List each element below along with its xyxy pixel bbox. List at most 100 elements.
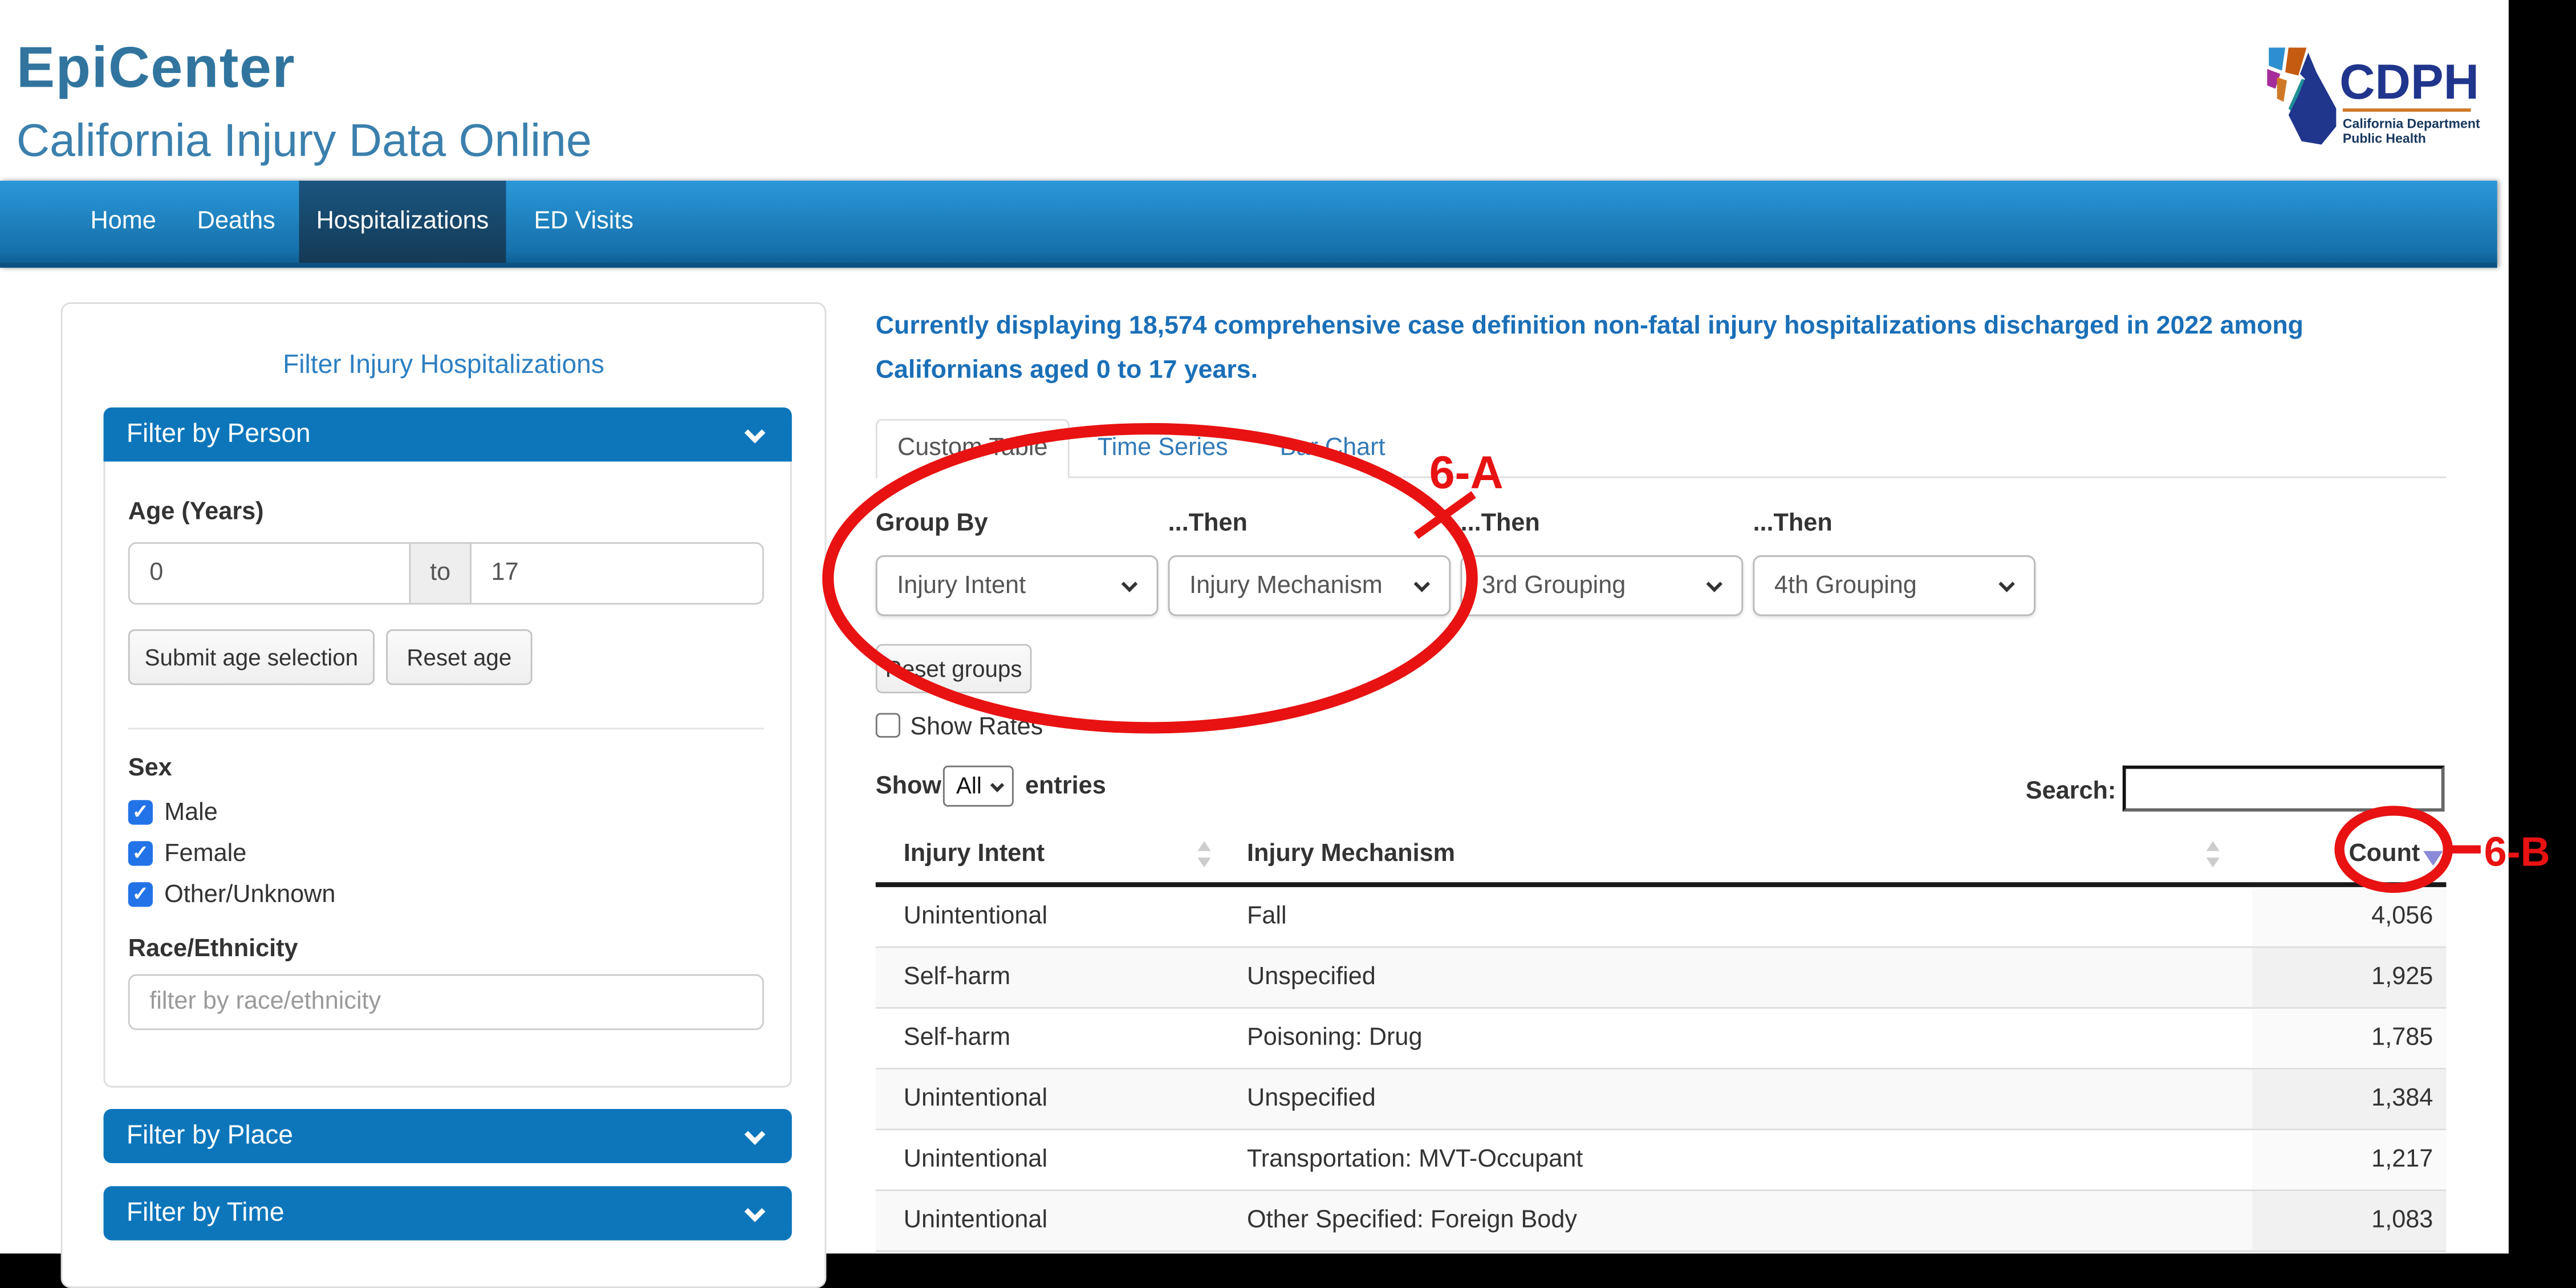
- sex-label: Sex: [128, 754, 172, 782]
- chevron-down-icon: [1122, 576, 1138, 592]
- column-header-label: Injury Intent: [904, 839, 1045, 867]
- race-ethnicity-input[interactable]: filter by race/ethnicity: [128, 974, 764, 1030]
- tab-bar-chart[interactable]: Bar Chart: [1280, 434, 1385, 462]
- cell-injury-intent: Self-harm: [876, 1009, 1236, 1068]
- race-ethnicity-label: Race/Ethnicity: [128, 935, 298, 963]
- filter-by-time-label: Filter by Time: [127, 1199, 285, 1227]
- checkbox-other-unknown-label: Other/Unknown: [164, 880, 335, 910]
- logo-org-line2: Public Health: [2343, 131, 2426, 146]
- grouping-select-2[interactable]: Injury Mechanism: [1168, 555, 1451, 616]
- cell-injury-mechanism: Other Specified: Foreign Body: [1236, 1191, 2253, 1250]
- table-row: Unintentional Unspecified 1,384: [876, 1070, 2447, 1131]
- then-label-3: ...Then: [1753, 509, 1832, 537]
- logo-org-line1: California Department of: [2343, 116, 2481, 131]
- main-nav: Home Deaths Hospitalizations ED Visits: [0, 181, 2497, 268]
- tab-time-series[interactable]: Time Series: [1098, 434, 1228, 462]
- tab-custom-table[interactable]: Custom Table: [876, 419, 1070, 478]
- table-row: Self-harm Unspecified 1,925: [876, 948, 2447, 1009]
- filter-by-person-header[interactable]: Filter by Person: [104, 408, 792, 462]
- group-by-label: Group By: [876, 509, 988, 537]
- screenshot-black-strip: [2509, 0, 2576, 1254]
- show-rates-label: Show Rates: [910, 713, 1043, 741]
- grouping-select-4[interactable]: 4th Grouping: [1753, 555, 2035, 616]
- search-label: Search:: [2026, 777, 2116, 805]
- cell-count: 1,384: [2252, 1070, 2446, 1129]
- grouping-select-2-value: Injury Mechanism: [1189, 572, 1383, 600]
- column-header-label: Count: [2349, 839, 2420, 867]
- filter-by-place-label: Filter by Place: [127, 1122, 293, 1150]
- nav-item-deaths[interactable]: Deaths: [197, 181, 275, 263]
- app-title: EpiCenter: [17, 36, 295, 101]
- checkbox-female-label: Female: [164, 839, 246, 869]
- then-label-1: ...Then: [1168, 509, 1248, 537]
- nav-item-home[interactable]: Home: [90, 181, 156, 263]
- grouping-select-4-value: 4th Grouping: [1774, 572, 1917, 600]
- checked-checkbox-icon: ✓: [128, 841, 153, 866]
- logo-divider: [2343, 108, 2471, 112]
- table-header-row: Injury Intent Injury Mechanism Count: [876, 826, 2447, 887]
- grouping-select-1[interactable]: Injury Intent: [876, 555, 1159, 616]
- entries-select[interactable]: All: [943, 766, 1014, 807]
- chevron-down-icon: [745, 422, 766, 444]
- page: EpiCenter California Injury Data Online …: [0, 0, 2576, 1254]
- checked-checkbox-icon: ✓: [128, 882, 153, 907]
- cell-injury-mechanism: Fall: [1236, 887, 2253, 946]
- cell-injury-intent: Unintentional: [876, 887, 1236, 946]
- app-subtitle: California Injury Data Online: [17, 115, 592, 168]
- reset-age-button[interactable]: Reset age: [386, 629, 532, 685]
- annotation-label-6a: 6-A: [1429, 447, 1504, 498]
- chevron-down-icon: [1998, 576, 2015, 592]
- cell-count: 1,217: [2252, 1130, 2446, 1189]
- submit-age-button[interactable]: Submit age selection: [128, 629, 375, 685]
- checked-checkbox-icon: ✓: [128, 800, 153, 824]
- then-label-2: ...Then: [1461, 509, 1540, 537]
- grouping-select-1-value: Injury Intent: [897, 572, 1026, 600]
- column-header-injury-intent[interactable]: Injury Intent: [876, 826, 1236, 882]
- cell-injury-mechanism: Transportation: MVT-Occupant: [1236, 1130, 2253, 1189]
- table-row: Unintentional Fall 4,056: [876, 887, 2447, 948]
- grouping-select-3[interactable]: 3rd Grouping: [1461, 555, 1744, 616]
- chevron-down-icon: [745, 1124, 766, 1145]
- cell-injury-intent: Unintentional: [876, 1191, 1236, 1250]
- chevron-down-icon: [990, 778, 1004, 792]
- age-from-input[interactable]: 0: [128, 542, 411, 604]
- results-summary: Currently displaying 18,574 comprehensiv…: [876, 304, 2456, 393]
- entries-prefix: Show: [876, 772, 941, 800]
- sort-icon: [1198, 841, 1211, 867]
- nav-item-ed-visits[interactable]: ED Visits: [534, 181, 633, 263]
- entries-suffix: entries: [1025, 772, 1106, 800]
- cell-count: 1,083: [2252, 1191, 2446, 1250]
- california-shape-icon: [2267, 48, 2336, 145]
- cell-injury-mechanism: Unspecified: [1236, 1070, 2253, 1129]
- nav-item-hospitalizations[interactable]: Hospitalizations: [299, 181, 506, 263]
- filter-by-time-header[interactable]: Filter by Time: [104, 1186, 792, 1240]
- show-rates-checkbox[interactable]: [876, 713, 900, 738]
- chevron-down-icon: [1414, 576, 1431, 592]
- results-table: Injury Intent Injury Mechanism Count Uni…: [876, 826, 2447, 1252]
- cell-count: 1,925: [2252, 948, 2446, 1007]
- chevron-down-icon: [1706, 576, 1722, 592]
- section-divider: [128, 728, 764, 729]
- cell-injury-mechanism: Unspecified: [1236, 948, 2253, 1007]
- cell-injury-mechanism: Poisoning: Drug: [1236, 1009, 2253, 1068]
- chevron-down-icon: [745, 1201, 766, 1222]
- cell-injury-intent: Unintentional: [876, 1070, 1236, 1129]
- age-to-input[interactable]: 17: [470, 542, 764, 604]
- reset-groups-button[interactable]: Reset groups: [876, 644, 1032, 693]
- search-input[interactable]: [2123, 766, 2445, 812]
- filter-panel-title: Filter Injury Hospitalizations: [61, 352, 827, 381]
- cdph-logo: CDPH California Department of Public Hea…: [2264, 44, 2481, 149]
- filter-by-place-header[interactable]: Filter by Place: [104, 1109, 792, 1163]
- age-connector: to: [409, 542, 471, 604]
- table-row: Self-harm Poisoning: Drug 1,785: [876, 1009, 2447, 1070]
- table-row: Unintentional Transportation: MVT-Occupa…: [876, 1130, 2447, 1191]
- column-header-injury-mechanism[interactable]: Injury Mechanism: [1236, 826, 2253, 882]
- cdph-acronym: CDPH: [2339, 55, 2479, 109]
- cell-injury-intent: Self-harm: [876, 948, 1236, 1007]
- filter-by-person-label: Filter by Person: [127, 421, 311, 449]
- age-label: Age (Years): [128, 498, 264, 526]
- cell-count: 4,056: [2252, 887, 2446, 946]
- column-header-count[interactable]: Count: [2252, 826, 2446, 882]
- cell-count: 1,785: [2252, 1009, 2446, 1068]
- sort-icon: [2207, 841, 2220, 867]
